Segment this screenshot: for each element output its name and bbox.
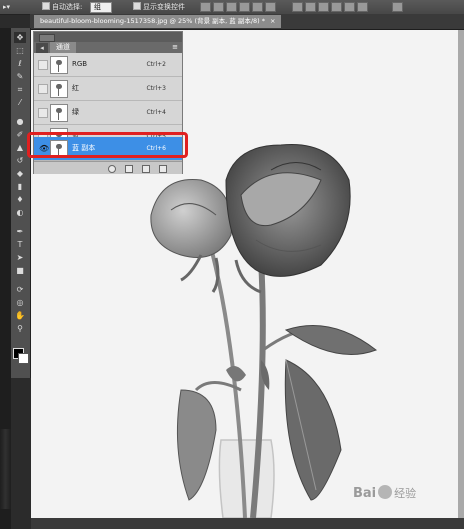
align-right-icon[interactable] (265, 2, 276, 12)
channel-row-red[interactable]: 红 Ctrl+3 (34, 77, 182, 101)
move-tool-preset-icon[interactable]: ▸▾ (3, 2, 10, 12)
document-tab[interactable]: beautiful-bloom-blooming-1517358.jpg @ 2… (34, 15, 282, 28)
hand-tool-icon[interactable]: ✋ (14, 310, 26, 321)
save-selection-icon[interactable] (125, 165, 133, 173)
load-selection-icon[interactable] (108, 165, 116, 173)
tab-channels[interactable]: 通道 (50, 42, 76, 53)
document-title: beautiful-bloom-blooming-1517358.jpg @ 2… (40, 17, 266, 25)
channel-thumbnail (50, 80, 68, 98)
align-hcenter-icon[interactable] (252, 2, 263, 12)
align-vcenter-icon[interactable] (213, 2, 224, 12)
distribute-bottom-icon[interactable] (318, 2, 329, 12)
clone-stamp-tool-icon[interactable]: ▲ (14, 142, 26, 153)
leaf-small-2 (226, 366, 246, 382)
distribute-left-icon[interactable] (331, 2, 342, 12)
history-brush-tool-icon[interactable]: ↺ (14, 155, 26, 166)
channel-thumbnail (50, 56, 68, 74)
lasso-tool-icon[interactable]: ℓ (14, 58, 26, 69)
align-bottom-icon[interactable] (226, 2, 237, 12)
channel-name: 红 (72, 84, 79, 92)
path-select-tool-icon[interactable]: ➤ (14, 252, 26, 263)
channel-name: 绿 (72, 108, 79, 116)
gradient-tool-icon[interactable]: ▮ (14, 181, 26, 192)
checkbox-icon (42, 2, 50, 10)
panel-collapse-icon[interactable]: ◂ (36, 43, 48, 53)
distribute-hcenter-icon[interactable] (344, 2, 355, 12)
distribute-right-icon[interactable] (357, 2, 368, 12)
distribute-vcenter-icon[interactable] (305, 2, 316, 12)
quick-select-tool-icon[interactable]: ✎ (14, 71, 26, 82)
crop-tool-icon[interactable]: ⌗ (14, 84, 26, 95)
baidu-watermark: Bai 经验 (353, 484, 416, 504)
channel-row-green[interactable]: 绿 Ctrl+4 (34, 101, 182, 125)
watermark-brand-left: Bai (353, 486, 377, 501)
panel-tab-bar: ◂ 通道 ≡ (34, 42, 182, 53)
panel-footer (34, 161, 182, 174)
align-buttons[interactable] (200, 2, 278, 12)
eraser-tool-icon[interactable]: ◆ (14, 168, 26, 179)
decorative-shape (0, 429, 11, 509)
leaf-upper-right (284, 325, 378, 355)
panel-menu-icon[interactable]: ≡ (172, 42, 178, 53)
channel-name: RGB (72, 60, 88, 68)
brush-tool-icon[interactable]: ✐ (14, 129, 26, 140)
options-bar: ▸▾ 自动选择: 组 显示变换控件 (0, 0, 464, 15)
eyedropper-tool-icon[interactable]: ⁄ (14, 97, 26, 108)
new-channel-icon[interactable] (142, 165, 150, 173)
auto-align-button[interactable] (392, 2, 405, 12)
rose-bud (150, 178, 233, 258)
auto-select-dropdown[interactable]: 组 (90, 2, 112, 13)
align-left-icon[interactable] (239, 2, 250, 12)
dodge-tool-icon[interactable]: ◐ (14, 207, 26, 218)
channel-shortcut: Ctrl+3 (146, 85, 166, 92)
pen-tool-icon[interactable]: ✒ (14, 226, 26, 237)
channel-row-rgb[interactable]: RGB Ctrl+2 (34, 53, 182, 77)
document-tab-bar: beautiful-bloom-blooming-1517358.jpg @ 2… (30, 14, 464, 30)
channel-shortcut: Ctrl+2 (146, 61, 166, 68)
3d-orbit-tool-icon[interactable]: ◎ (14, 297, 26, 308)
left-screen-strip (0, 28, 11, 529)
type-tool-icon[interactable]: T (14, 239, 26, 250)
auto-select-label: 自动选择: (52, 3, 83, 11)
leaf-left (176, 389, 217, 501)
visibility-toggle[interactable] (38, 108, 48, 118)
auto-select-checkbox[interactable]: 自动选择: (42, 2, 82, 12)
align-top-icon[interactable] (200, 2, 211, 12)
channel-shortcut: Ctrl+4 (146, 109, 166, 116)
shape-tool-icon[interactable]: ■ (14, 265, 26, 276)
distribute-top-icon[interactable] (292, 2, 303, 12)
highlight-annotation (27, 132, 188, 158)
transform-controls-label: 显示变换控件 (143, 3, 185, 11)
panel-header[interactable] (34, 32, 182, 42)
zoom-tool-icon[interactable]: ⚲ (14, 323, 26, 334)
delete-channel-icon[interactable] (159, 165, 167, 173)
paw-logo-icon (378, 485, 393, 499)
blur-tool-icon[interactable]: ♦ (14, 194, 26, 205)
background-color-swatch[interactable] (18, 353, 29, 364)
3d-rotate-tool-icon[interactable]: ⟳ (14, 284, 26, 295)
healing-brush-tool-icon[interactable]: ● (14, 116, 26, 127)
close-tab-button[interactable]: × (270, 17, 275, 25)
channel-thumbnail (50, 104, 68, 122)
move-tool-icon[interactable]: ✥ (14, 32, 26, 43)
distribute-buttons[interactable] (292, 2, 370, 12)
watermark-brand-right: 经验 (394, 487, 417, 500)
vase-shape (218, 439, 275, 518)
auto-align-icon[interactable] (392, 2, 403, 12)
show-transform-controls-checkbox[interactable]: 显示变换控件 (133, 2, 185, 12)
status-bar (31, 518, 464, 529)
visibility-toggle[interactable] (38, 60, 48, 70)
collapse-grip-icon[interactable] (39, 34, 55, 42)
marquee-tool-icon[interactable]: ⬚ (14, 45, 26, 56)
canvas-right-edge (458, 30, 464, 518)
visibility-toggle[interactable] (38, 84, 48, 94)
tools-panel: ✥ ⬚ ℓ ✎ ⌗ ⁄ ● ✐ ▲ ↺ ◆ ▮ ♦ ◐ ✒ T ➤ ■ ⟳ ◎ … (11, 28, 31, 378)
checkbox-icon (133, 2, 141, 10)
